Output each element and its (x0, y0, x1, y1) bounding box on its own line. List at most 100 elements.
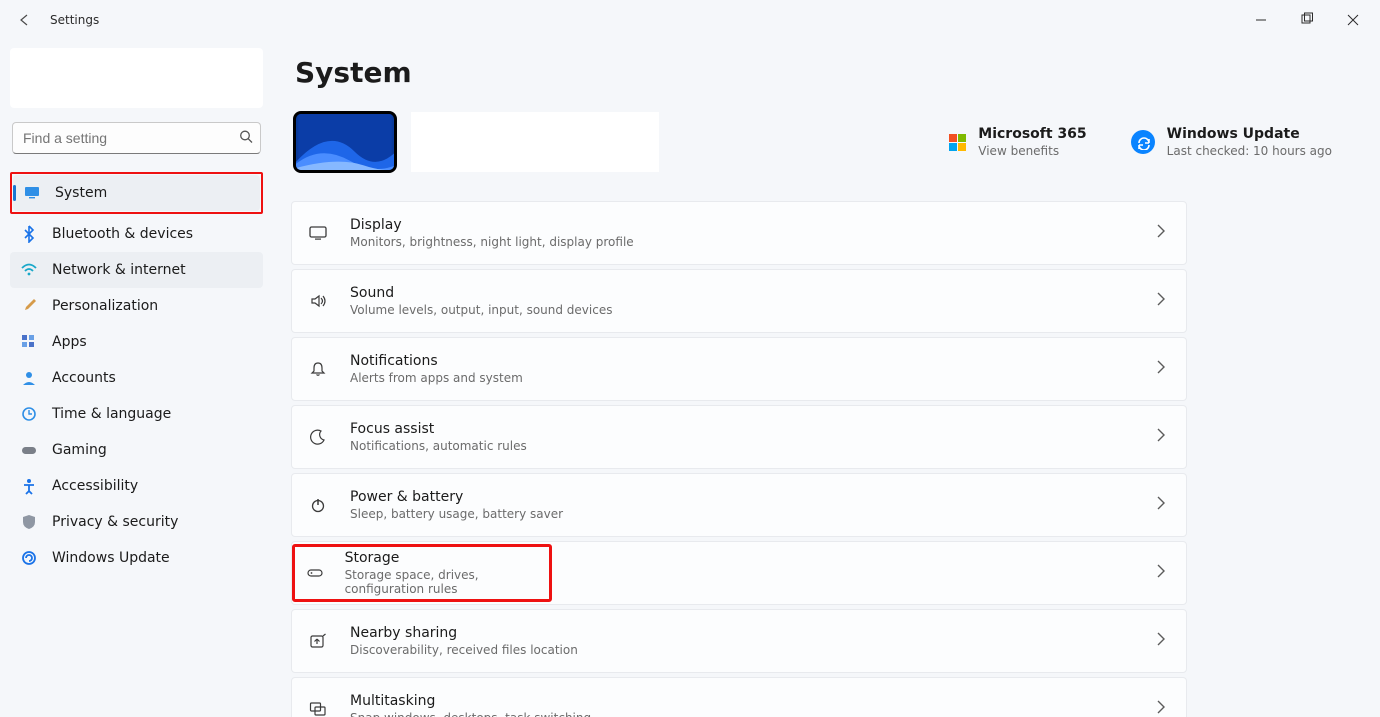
row-subtitle: Discoverability, received files location (350, 643, 578, 657)
nav-item-privacy-security[interactable]: Privacy & security (10, 504, 263, 540)
chevron-right-icon (1152, 698, 1170, 717)
chevron-right-icon (1152, 426, 1170, 448)
back-button[interactable] (8, 4, 40, 36)
nav-item-accessibility[interactable]: Accessibility (10, 468, 263, 504)
row-title: Focus assist (350, 421, 527, 437)
storage-icon (305, 564, 325, 582)
row-subtitle: Notifications, automatic rules (350, 439, 527, 453)
nav-label: Gaming (52, 442, 107, 458)
shield-icon (20, 513, 38, 531)
chevron-right-icon (1152, 494, 1170, 516)
chevron-right-icon (1152, 222, 1170, 244)
windows-update-icon (1131, 130, 1155, 154)
nav-item-windows-update[interactable]: Windows Update (10, 540, 263, 576)
row-title: Power & battery (350, 489, 563, 505)
sound-icon (306, 292, 330, 310)
setting-row-storage[interactable]: Storage Storage space, drives, configurat… (291, 541, 1187, 605)
m365-title: Microsoft 365 (978, 126, 1086, 142)
microsoft-365-icon (949, 134, 966, 151)
sidebar: System Bluetooth & devices Network & inter… (0, 40, 275, 717)
row-subtitle: Snap windows, desktops, task switching (350, 711, 591, 717)
settings-list: Display Monitors, brightness, night light… (291, 201, 1187, 717)
title-bar: Settings (0, 0, 1380, 40)
main-content: System Microsoft 365 View benefits (275, 40, 1380, 717)
maximize-icon (1298, 11, 1316, 29)
setting-row-display[interactable]: Display Monitors, brightness, night light… (291, 201, 1187, 265)
nav-label: Apps (52, 334, 87, 350)
wallpaper-icon (296, 114, 394, 170)
nav-label: Accounts (52, 370, 116, 386)
nav-label: Accessibility (52, 478, 138, 494)
nav-label: Network & internet (52, 262, 186, 278)
nav-item-gaming[interactable]: Gaming (10, 432, 263, 468)
monitor-icon (23, 184, 41, 202)
globe-clock-icon (20, 405, 38, 423)
chevron-right-icon (1152, 630, 1170, 652)
close-button[interactable] (1330, 4, 1376, 36)
nav-item-personalization[interactable]: Personalization (10, 288, 263, 324)
moon-icon (306, 428, 330, 446)
setting-row-focus-assist[interactable]: Focus assist Notifications, automatic rul… (291, 405, 1187, 469)
chevron-right-icon (1152, 562, 1170, 584)
apps-icon (20, 333, 38, 351)
row-title: Nearby sharing (350, 625, 578, 641)
nav-list: System Bluetooth & devices Network & inter… (10, 172, 263, 576)
maximize-button[interactable] (1284, 4, 1330, 36)
row-subtitle: Sleep, battery usage, battery saver (350, 507, 563, 521)
windows-update-card[interactable]: Windows Update Last checked: 10 hours ag… (1131, 126, 1332, 158)
chevron-right-icon (1152, 358, 1170, 380)
nav-item-time-language[interactable]: Time & language (10, 396, 263, 432)
nav-item-network-internet[interactable]: Network & internet (10, 252, 263, 288)
setting-row-notifications[interactable]: Notifications Alerts from apps and system (291, 337, 1187, 401)
row-subtitle: Alerts from apps and system (350, 371, 523, 385)
m365-card[interactable]: Microsoft 365 View benefits (949, 126, 1086, 158)
display-icon (306, 224, 330, 242)
row-title: Storage (345, 550, 549, 566)
nav-item-bluetooth-devices[interactable]: Bluetooth & devices (10, 216, 263, 252)
brush-icon (20, 297, 38, 315)
minimize-icon (1252, 11, 1270, 29)
setting-row-power-battery[interactable]: Power & battery Sleep, battery usage, bat… (291, 473, 1187, 537)
arrow-left-icon (15, 11, 33, 29)
m365-subtitle: View benefits (978, 144, 1086, 158)
row-title: Display (350, 217, 634, 233)
nav-label: Bluetooth & devices (52, 226, 193, 242)
info-row: Microsoft 365 View benefits Windows Upda… (293, 111, 1332, 173)
nav-label: Personalization (52, 298, 158, 314)
setting-row-multitasking[interactable]: Multitasking Snap windows, desktops, task… (291, 677, 1187, 717)
row-title: Sound (350, 285, 612, 301)
row-subtitle: Volume levels, output, input, sound devi… (350, 303, 612, 317)
minimize-button[interactable] (1238, 4, 1284, 36)
row-title: Notifications (350, 353, 523, 369)
page-title: System (295, 56, 1332, 89)
search-box[interactable] (12, 122, 261, 154)
account-area (10, 48, 263, 108)
row-subtitle: Monitors, brightness, night light, displ… (350, 235, 634, 249)
row-title: Multitasking (350, 693, 591, 709)
access-icon (20, 477, 38, 495)
nav-item-accounts[interactable]: Accounts (10, 360, 263, 396)
gamepad-icon (20, 441, 38, 459)
wifi-icon (20, 261, 38, 279)
close-icon (1344, 11, 1362, 29)
multitask-icon (306, 700, 330, 717)
share-icon (306, 632, 330, 650)
nav-label: Time & language (52, 406, 171, 422)
row-subtitle: Storage space, drives, configuration rul… (345, 568, 549, 596)
update-icon (20, 549, 38, 567)
window-title: Settings (50, 13, 99, 27)
nav-item-apps[interactable]: Apps (10, 324, 263, 360)
bluetooth-icon (20, 225, 38, 243)
nav-label: Windows Update (52, 550, 170, 566)
nav-label: System (55, 185, 107, 201)
setting-row-nearby-sharing[interactable]: Nearby sharing Discoverability, received … (291, 609, 1187, 673)
bell-icon (306, 360, 330, 378)
device-thumbnail[interactable] (293, 111, 397, 173)
device-info (411, 112, 659, 172)
nav-label: Privacy & security (52, 514, 178, 530)
setting-row-sound[interactable]: Sound Volume levels, output, input, sound… (291, 269, 1187, 333)
power-icon (306, 496, 330, 514)
person-icon (20, 369, 38, 387)
nav-item-system[interactable]: System (13, 175, 260, 211)
search-input[interactable] (12, 122, 261, 154)
